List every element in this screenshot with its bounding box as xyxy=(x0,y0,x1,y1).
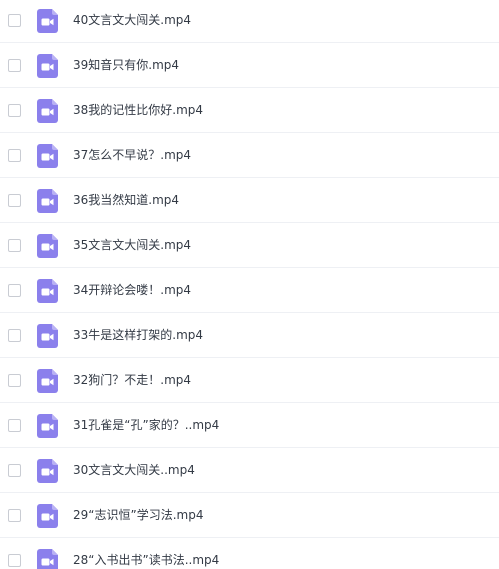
file-name[interactable]: 30文言文大闯关..mp4 xyxy=(73,462,195,478)
video-file-icon xyxy=(37,459,58,483)
file-row-2[interactable]: 39知音只有你.mp4 xyxy=(0,43,499,88)
video-file-icon xyxy=(37,9,58,33)
file-checkbox[interactable] xyxy=(8,284,21,297)
file-row-12[interactable]: 29“志识恒”学习法.mp4 xyxy=(0,493,499,538)
file-name[interactable]: 34开辩论会喽！.mp4 xyxy=(73,282,191,298)
file-row-10[interactable]: 31孔雀是“孔”家的？..mp4 xyxy=(0,403,499,448)
file-checkbox[interactable] xyxy=(8,509,21,522)
file-row-13[interactable]: 28“入书出书”读书法..mp4 xyxy=(0,538,499,569)
video-file-icon xyxy=(37,504,58,528)
file-name[interactable]: 38我的记性比你好.mp4 xyxy=(73,102,203,118)
file-name[interactable]: 28“入书出书”读书法..mp4 xyxy=(73,552,219,568)
file-checkbox[interactable] xyxy=(8,374,21,387)
file-row-5[interactable]: 36我当然知道.mp4 xyxy=(0,178,499,223)
file-checkbox[interactable] xyxy=(8,194,21,207)
file-row-8[interactable]: 33牛是这样打架的.mp4 xyxy=(0,313,499,358)
file-checkbox[interactable] xyxy=(8,149,21,162)
video-file-icon xyxy=(37,549,58,569)
file-name[interactable]: 39知音只有你.mp4 xyxy=(73,57,179,73)
file-name[interactable]: 40文言文大闯关.mp4 xyxy=(73,12,191,28)
file-name[interactable]: 35文言文大闯关.mp4 xyxy=(73,237,191,253)
file-name[interactable]: 31孔雀是“孔”家的？..mp4 xyxy=(73,417,219,433)
file-checkbox[interactable] xyxy=(8,14,21,27)
file-row-6[interactable]: 35文言文大闯关.mp4 xyxy=(0,223,499,268)
file-checkbox[interactable] xyxy=(8,329,21,342)
video-file-icon xyxy=(37,144,58,168)
file-checkbox[interactable] xyxy=(8,554,21,567)
video-file-icon xyxy=(37,99,58,123)
file-row-1[interactable]: 40文言文大闯关.mp4 xyxy=(0,0,499,43)
file-row-11[interactable]: 30文言文大闯关..mp4 xyxy=(0,448,499,493)
file-checkbox[interactable] xyxy=(8,464,21,477)
file-name[interactable]: 37怎么不早说？.mp4 xyxy=(73,147,191,163)
file-row-4[interactable]: 37怎么不早说？.mp4 xyxy=(0,133,499,178)
file-checkbox[interactable] xyxy=(8,59,21,72)
video-file-icon xyxy=(37,234,58,258)
file-name[interactable]: 36我当然知道.mp4 xyxy=(73,192,179,208)
file-name[interactable]: 29“志识恒”学习法.mp4 xyxy=(73,507,203,523)
file-name[interactable]: 32狗门？不走！.mp4 xyxy=(73,372,191,388)
file-name[interactable]: 33牛是这样打架的.mp4 xyxy=(73,327,203,343)
file-checkbox[interactable] xyxy=(8,419,21,432)
file-checkbox[interactable] xyxy=(8,239,21,252)
file-list: 40文言文大闯关.mp4 39知音只有你.mp4 38我的记性比你好.mp4 3… xyxy=(0,0,499,569)
video-file-icon xyxy=(37,189,58,213)
video-file-icon xyxy=(37,279,58,303)
file-checkbox[interactable] xyxy=(8,104,21,117)
file-row-3[interactable]: 38我的记性比你好.mp4 xyxy=(0,88,499,133)
file-row-9[interactable]: 32狗门？不走！.mp4 xyxy=(0,358,499,403)
video-file-icon xyxy=(37,54,58,78)
file-row-7[interactable]: 34开辩论会喽！.mp4 xyxy=(0,268,499,313)
video-file-icon xyxy=(37,414,58,438)
video-file-icon xyxy=(37,324,58,348)
video-file-icon xyxy=(37,369,58,393)
